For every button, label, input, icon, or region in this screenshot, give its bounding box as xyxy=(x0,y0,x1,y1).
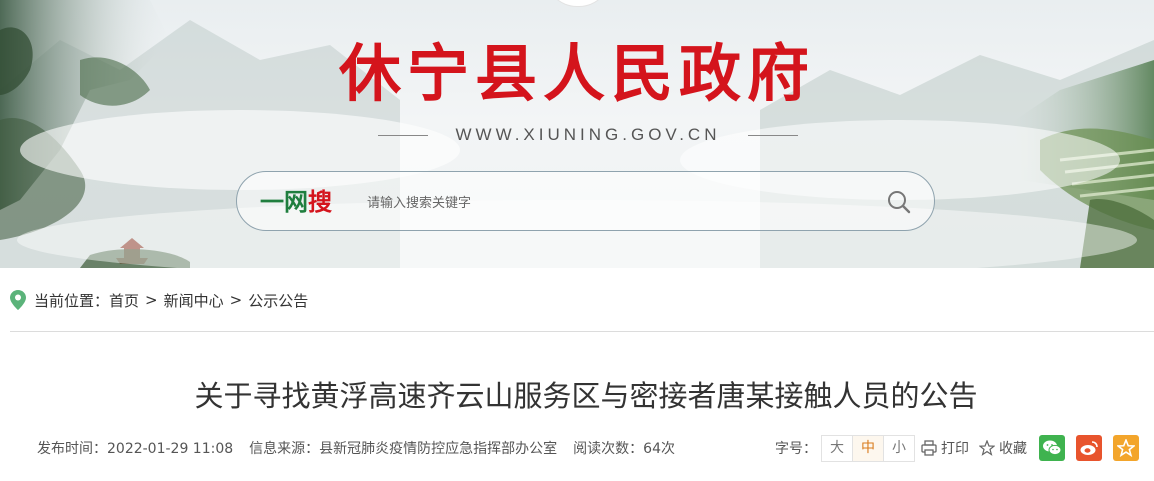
content-divider xyxy=(10,331,1154,332)
share-weibo-button[interactable] xyxy=(1076,435,1102,461)
breadcrumb: 当前位置： 首页 > 新闻中心 > 公示公告 xyxy=(10,286,308,314)
article-title: 关于寻找黄浮高速齐云山服务区与密接者唐某接触人员的公告 xyxy=(194,379,978,413)
article-tools: 字号： 大 中 小 打印 收藏 xyxy=(775,434,1139,462)
font-size-small-button[interactable]: 小 xyxy=(884,435,914,461)
header-banner: 休宁县人民政府 WWW.XIUNING.GOV.CN 一网搜 xyxy=(0,0,1154,268)
breadcrumb-separator: > xyxy=(229,291,243,309)
site-url-row: WWW.XIUNING.GOV.CN xyxy=(378,122,798,148)
share-wechat-button[interactable] xyxy=(1039,435,1065,461)
divider-line xyxy=(748,134,798,136)
site-title: 休宁县人民政府 xyxy=(338,37,815,110)
publish-time: 发布时间：2022-01-29 11:08 xyxy=(37,441,234,457)
font-size-large-button[interactable]: 大 xyxy=(822,435,853,461)
star-outline-icon xyxy=(979,440,995,456)
print-label: 打印 xyxy=(941,441,969,457)
breadcrumb-notice-link[interactable]: 公示公告 xyxy=(248,290,308,311)
font-size-medium-button[interactable]: 中 xyxy=(853,435,884,461)
breadcrumb-prefix: 当前位置： xyxy=(34,291,110,310)
view-count: 阅读次数：64次 xyxy=(573,441,675,457)
search-icon xyxy=(888,191,911,214)
search-bar: 一网搜 xyxy=(236,171,935,231)
search-input[interactable] xyxy=(365,189,849,217)
favorite-star-icon xyxy=(1117,439,1135,457)
breadcrumb-home-link[interactable]: 首页 xyxy=(109,290,139,311)
site-url: WWW.XIUNING.GOV.CN xyxy=(455,125,721,144)
print-button[interactable]: 打印 xyxy=(921,438,969,458)
font-size-label: 字号： xyxy=(775,441,817,457)
favorite-button[interactable]: 收藏 xyxy=(979,438,1027,458)
breadcrumb-separator: > xyxy=(145,291,158,309)
search-brand-logo: 一网搜 xyxy=(260,186,332,218)
weibo-icon xyxy=(1080,441,1098,455)
share-favorite-button[interactable] xyxy=(1113,435,1139,461)
favorite-label: 收藏 xyxy=(999,441,1027,457)
article-meta: 发布时间：2022-01-29 11:08 信息来源：县新冠肺炎疫情防控应急指挥… xyxy=(37,436,691,460)
font-size-selector: 大 中 小 xyxy=(821,434,915,462)
location-pin-icon xyxy=(10,290,26,310)
printer-icon xyxy=(921,440,937,456)
search-button[interactable] xyxy=(885,188,913,216)
search-brand-green: 一网 xyxy=(260,188,308,216)
wechat-icon xyxy=(1043,440,1062,456)
search-brand-red: 搜 xyxy=(308,188,332,216)
info-source: 信息来源：县新冠肺炎疫情防控应急指挥部办公室 xyxy=(249,441,558,457)
breadcrumb-news-link[interactable]: 新闻中心 xyxy=(164,290,224,311)
divider-line xyxy=(378,134,428,136)
